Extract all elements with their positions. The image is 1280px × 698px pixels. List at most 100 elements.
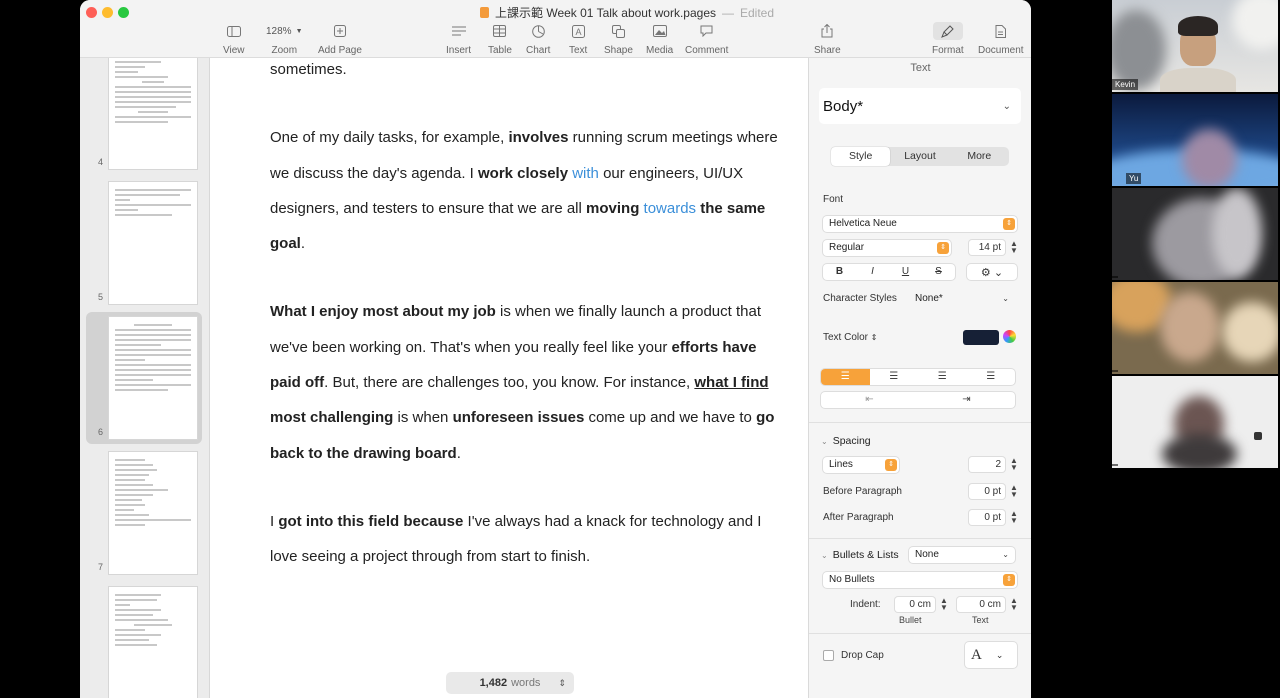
spacing-mode-dropdown[interactable]: Lines ⇕ <box>823 457 899 473</box>
screen: 上課示範 Week 01 Talk about work.pages — Edi… <box>0 0 1280 698</box>
increase-indent-button[interactable]: ⇥ <box>918 392 1015 408</box>
spacing-section-toggle[interactable]: ⌄ Spacing <box>821 435 871 447</box>
text-indent-caption: Text <box>972 615 989 625</box>
decrease-indent-button[interactable]: ⇤ <box>821 392 918 408</box>
chart-label: Chart <box>526 45 551 56</box>
chart-icon <box>529 22 547 40</box>
font-weight-dropdown[interactable]: Regular ⇕ <box>823 240 951 256</box>
line-spacing-field[interactable]: 2 <box>969 457 1005 472</box>
align-left-button[interactable]: ☰ <box>821 369 870 385</box>
paragraph-style-dropdown[interactable]: Body* ⌄ <box>819 88 1021 124</box>
text-color-well[interactable] <box>963 330 999 345</box>
video-tile[interactable]: Kevin <box>1112 0 1278 92</box>
text-run: . <box>300 235 306 253</box>
view-button[interactable]: View <box>223 22 245 56</box>
text-indent-field[interactable]: 0 cm <box>957 597 1005 612</box>
before-paragraph-stepper[interactable]: ▲ ▼ <box>1010 484 1018 499</box>
media-button[interactable]: Media <box>646 22 673 56</box>
font-size-stepper[interactable]: ▲ ▼ <box>1010 240 1018 255</box>
character-styles-dropdown[interactable]: None* ⌄ <box>909 291 1015 307</box>
video-tile[interactable] <box>1112 188 1278 280</box>
bullet-style-dropdown[interactable]: No Bullets ⇕ <box>823 572 1017 588</box>
document-canvas[interactable]: sometimes. One of my daily tasks, for ex… <box>210 58 808 698</box>
tab-style[interactable]: Style <box>831 147 891 166</box>
italic-button[interactable]: I <box>856 264 889 280</box>
minimize-window-button[interactable] <box>102 7 113 18</box>
add-page-button[interactable]: Add Page <box>318 22 362 56</box>
document-button[interactable]: Document <box>978 22 1024 56</box>
text-button[interactable]: A Text <box>569 22 587 56</box>
document-body[interactable]: sometimes. One of my daily tasks, for ex… <box>270 58 780 608</box>
bullet-indent-stepper[interactable]: ▲ ▼ <box>940 597 948 612</box>
window-title: 上課示範 Week 01 Talk about work.pages — Edi… <box>480 4 774 21</box>
after-paragraph-stepper[interactable]: ▲ ▼ <box>1010 510 1018 525</box>
fullscreen-window-button[interactable] <box>118 7 129 18</box>
text-run: come up and we have to <box>584 409 757 427</box>
zoom-control[interactable]: 128% ▼ Zoom <box>260 22 309 57</box>
bullets-section-toggle[interactable]: ⌄ Bullets & Lists <box>821 549 899 561</box>
justify-button[interactable]: ☰ <box>967 369 1016 385</box>
font-weight-value: Regular <box>829 242 865 253</box>
page-thumbnail[interactable] <box>109 182 197 304</box>
video-tile[interactable] <box>1112 376 1278 468</box>
video-tile[interactable] <box>1112 282 1278 374</box>
share-icon <box>818 22 836 40</box>
chevron-down-icon: ⌄ <box>1002 100 1011 112</box>
page-thumbnail[interactable] <box>109 58 197 169</box>
bullet-indent-field[interactable]: 0 cm <box>895 597 935 612</box>
media-label: Media <box>646 45 674 56</box>
spacing-label: Spacing <box>832 435 871 447</box>
text-run: . But, there are challenges too, you kno… <box>324 374 695 392</box>
word-count-label: words <box>511 677 541 689</box>
drop-cap-icon: A <box>971 646 982 663</box>
page-thumbnail[interactable] <box>109 452 197 574</box>
format-button[interactable]: Format <box>932 22 964 56</box>
chevron-updown-icon: ⇕ <box>870 333 878 342</box>
word-count-value: 1,482 <box>479 677 508 689</box>
video-tile[interactable]: Yu <box>1112 94 1278 186</box>
indent-label: Indent: <box>850 599 881 610</box>
after-paragraph-field[interactable]: 0 pt <box>969 510 1005 525</box>
shape-button[interactable]: Shape <box>604 22 633 56</box>
drop-cap-checkbox[interactable] <box>823 650 834 661</box>
page-thumbnail[interactable] <box>109 587 197 698</box>
add-page-icon <box>331 22 349 40</box>
insert-button[interactable]: Insert <box>446 22 471 56</box>
page-number: 4 <box>98 157 104 167</box>
text-indent-stepper[interactable]: ▲ ▼ <box>1010 597 1018 612</box>
share-button[interactable]: Share <box>814 22 841 56</box>
align-right-button[interactable]: ☰ <box>918 369 967 385</box>
underline-button[interactable]: U <box>889 264 922 280</box>
tab-more[interactable]: More <box>950 147 1009 166</box>
font-size-field[interactable]: 14 pt <box>969 240 1005 255</box>
chevron-down-icon: ⌄ <box>821 437 828 446</box>
document-icon <box>992 22 1010 40</box>
page-thumbnail-current[interactable] <box>109 317 197 439</box>
text-color-label-text: Text Color <box>823 332 869 343</box>
share-label: Share <box>814 45 841 56</box>
text-run: got into this field because <box>278 512 464 530</box>
chart-button[interactable]: Chart <box>526 22 550 56</box>
before-paragraph-field[interactable]: 0 pt <box>969 484 1005 499</box>
bold-button[interactable]: B <box>823 264 856 280</box>
text-options-menu[interactable]: ⚙ ⌄ <box>967 264 1017 280</box>
comment-button[interactable]: Comment <box>685 22 728 56</box>
bullets-value: None <box>915 549 939 560</box>
close-window-button[interactable] <box>86 7 97 18</box>
color-wheel-icon[interactable] <box>1003 330 1016 343</box>
align-center-button[interactable]: ☰ <box>870 369 919 385</box>
drop-cap-style-dropdown[interactable]: A ⌄ <box>965 642 1017 668</box>
font-family-dropdown[interactable]: Helvetica Neue ⇕ <box>823 216 1017 232</box>
table-button[interactable]: Table <box>488 22 512 56</box>
strikethrough-button[interactable]: S <box>922 264 955 280</box>
shape-icon <box>609 22 627 40</box>
tab-layout[interactable]: Layout <box>890 147 949 166</box>
word-count-control[interactable]: 1,482 words ⇕ <box>446 672 574 694</box>
zoom-dropdown[interactable]: 128% ▼ <box>260 22 309 40</box>
insert-icon <box>450 22 468 40</box>
chevron-updown-icon: ⇕ <box>1003 574 1015 586</box>
text-run: work closely <box>478 164 569 182</box>
line-spacing-stepper[interactable]: ▲ ▼ <box>1010 457 1018 472</box>
format-inspector: Text Body* ⌄ Style Layout More Font Helv… <box>808 58 1031 698</box>
bullets-list-dropdown[interactable]: None ⌄ <box>909 547 1015 563</box>
